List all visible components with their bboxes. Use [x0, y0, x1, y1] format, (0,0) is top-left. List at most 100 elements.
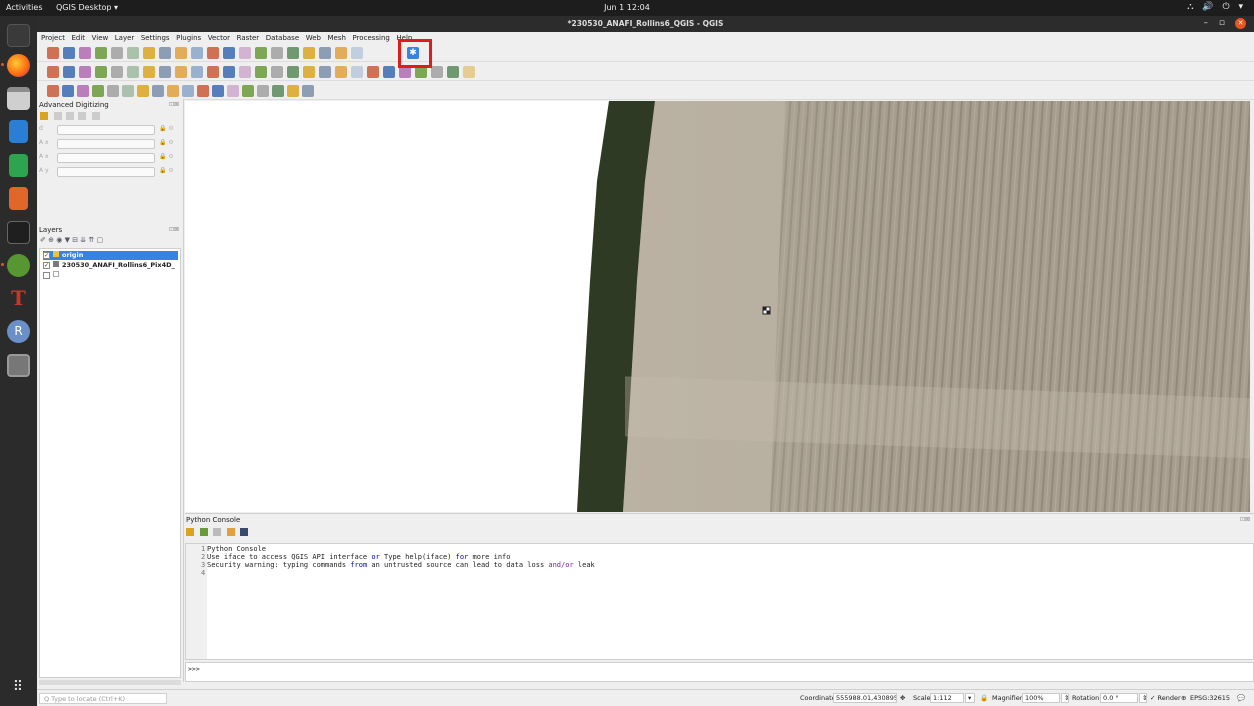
- menu-database[interactable]: Database: [266, 33, 299, 44]
- distance-field[interactable]: [57, 125, 155, 135]
- advanced-tool-icon-5[interactable]: [107, 85, 119, 97]
- collapse-all-icon[interactable]: ⇈: [88, 236, 94, 244]
- digitizing-tool-icon-20[interactable]: [351, 66, 363, 78]
- digitizing-tool-icon-25[interactable]: [431, 66, 443, 78]
- digitizing-tool-icon-19[interactable]: [335, 66, 347, 78]
- impress-icon[interactable]: [9, 187, 28, 210]
- filter-legend-icon[interactable]: ⊟: [72, 236, 78, 244]
- remove-layer-icon[interactable]: ▢: [97, 236, 104, 244]
- navigation-tool-icon-1[interactable]: [47, 47, 59, 59]
- digitizing-tool-icon-9[interactable]: [175, 66, 187, 78]
- render-checkbox[interactable]: ✓ Render: [1150, 694, 1181, 702]
- expand-all-icon[interactable]: ⇊: [80, 236, 86, 244]
- clock[interactable]: Jun 1 12:04: [600, 3, 654, 12]
- scale-field[interactable]: 1:112: [930, 693, 964, 703]
- magnifier-spinner[interactable]: ⇕: [1061, 693, 1069, 703]
- system-monitor-icon[interactable]: [7, 221, 30, 244]
- lock-scale-icon[interactable]: 🔒: [980, 694, 988, 702]
- menu-edit[interactable]: Edit: [72, 33, 86, 44]
- app-menu[interactable]: QGIS Desktop ▾: [56, 3, 118, 12]
- lock-icon[interactable]: 🔒 ⚙: [159, 167, 174, 174]
- menu-view[interactable]: View: [92, 33, 109, 44]
- advanced-tool-icon-18[interactable]: [302, 85, 314, 97]
- navigation-tool-icon-4[interactable]: [95, 47, 107, 59]
- activities-button[interactable]: Activities: [6, 3, 43, 12]
- advanced-tool-icon-11[interactable]: [197, 85, 209, 97]
- terminal-icon[interactable]: [7, 24, 30, 47]
- filter-icon[interactable]: ▼: [65, 236, 70, 244]
- layer-item-orthomosaic[interactable]: ✓ 230530_ANAFI_Rollins6_Pix4D_: [43, 261, 175, 270]
- advanced-tool-icon-8[interactable]: [152, 85, 164, 97]
- digitizing-tool-icon-17[interactable]: [303, 66, 315, 78]
- disk-icon[interactable]: [7, 354, 30, 377]
- navigation-tool-icon-2[interactable]: [63, 47, 75, 59]
- menu-mesh[interactable]: Mesh: [328, 33, 346, 44]
- advanced-tool-icon-15[interactable]: [257, 85, 269, 97]
- maximize-button[interactable]: ▫: [1219, 18, 1225, 28]
- r-icon[interactable]: R: [7, 320, 30, 343]
- add-group-icon[interactable]: ⊕: [48, 236, 54, 244]
- navigation-tool-icon-11[interactable]: [207, 47, 219, 59]
- system-tray[interactable]: ⛬ 🔊 ⏻ ▾: [1187, 2, 1246, 12]
- digitizing-tool-icon-2[interactable]: [63, 66, 75, 78]
- digitizing-tool-icon-13[interactable]: [239, 66, 251, 78]
- navigation-tool-icon-14[interactable]: [255, 47, 267, 59]
- navigation-tool-icon-8[interactable]: [159, 47, 171, 59]
- locator-search-input[interactable]: Q Type to locate (Ctrl+K): [39, 693, 167, 704]
- digitizing-tool-icon-12[interactable]: [223, 66, 235, 78]
- advanced-tool-icon-1[interactable]: [47, 85, 59, 97]
- run-command-icon[interactable]: [199, 528, 208, 536]
- angle-field[interactable]: [57, 139, 155, 149]
- digitizing-tool-icon-26[interactable]: [447, 66, 459, 78]
- eye-icon[interactable]: ◉: [56, 236, 62, 244]
- advanced-tool-icon-14[interactable]: [242, 85, 254, 97]
- digitizing-tool-icon-27[interactable]: [463, 66, 475, 78]
- advanced-tool-icon-10[interactable]: [182, 85, 194, 97]
- layer-checkbox[interactable]: ✓: [43, 261, 50, 269]
- layers-panel-buttons[interactable]: ⊡⊠: [169, 226, 179, 233]
- minimize-button[interactable]: –: [1204, 18, 1209, 28]
- lock-icon[interactable]: 🔒 ⚙: [159, 153, 174, 160]
- menu-raster[interactable]: Raster: [237, 33, 260, 44]
- menu-web[interactable]: Web: [306, 33, 321, 44]
- magnifier-field[interactable]: 100%: [1022, 693, 1060, 703]
- advanced-tool-icon-9[interactable]: [167, 85, 179, 97]
- advanced-tool-icon-17[interactable]: [287, 85, 299, 97]
- navigation-tool-icon-12[interactable]: [223, 47, 235, 59]
- digitizing-tool-icon-11[interactable]: [207, 66, 219, 78]
- digitizing-tool-icon-3[interactable]: [79, 66, 91, 78]
- enable-digitizing-icon[interactable]: [40, 112, 48, 120]
- layer-checkbox[interactable]: ✓: [43, 251, 50, 259]
- advanced-tool-icon-12[interactable]: [212, 85, 224, 97]
- console-input[interactable]: >>>: [185, 662, 1254, 682]
- digitizing-tool-icon-15[interactable]: [271, 66, 283, 78]
- navigation-tool-icon-5[interactable]: [111, 47, 123, 59]
- menu-vector[interactable]: Vector: [208, 33, 230, 44]
- menu-processing[interactable]: Processing: [352, 33, 389, 44]
- advanced-tool-icon-2[interactable]: [62, 85, 74, 97]
- messages-icon[interactable]: 💬: [1237, 694, 1245, 702]
- navigation-tool-icon-10[interactable]: [191, 47, 203, 59]
- advanced-tool-icon-3[interactable]: [77, 85, 89, 97]
- crs-globe-icon[interactable]: ⊕: [1181, 694, 1186, 702]
- scale-dropdown-icon[interactable]: ▾: [965, 693, 975, 703]
- layer-checkbox[interactable]: [43, 271, 50, 279]
- digitizing-tool-icon-8[interactable]: [159, 66, 171, 78]
- rotation-spinner[interactable]: ⇕: [1139, 693, 1147, 703]
- show-editor-icon[interactable]: [226, 528, 235, 536]
- digitizing-tool-icon-10[interactable]: [191, 66, 203, 78]
- menu-plugins[interactable]: Plugins: [176, 33, 201, 44]
- advanced-digitizing-panel-buttons[interactable]: ⊡⊠: [169, 101, 179, 108]
- qgis-icon[interactable]: [1, 254, 30, 277]
- lock-icon[interactable]: 🔒 ⚙: [159, 139, 174, 146]
- crs-button[interactable]: EPSG:32615: [1190, 694, 1230, 702]
- console-output[interactable]: 1 Python Console 2 Use iface to access QGI…: [185, 543, 1254, 660]
- navigation-tool-icon-16[interactable]: [287, 47, 299, 59]
- close-button[interactable]: ✕: [1235, 18, 1246, 29]
- navigation-tool-icon-13[interactable]: [239, 47, 251, 59]
- layer-item-unnamed[interactable]: [43, 271, 59, 280]
- digitizing-tool-icon-5[interactable]: [111, 66, 123, 78]
- help-icon[interactable]: [240, 528, 249, 536]
- advanced-tool-icon-7[interactable]: [137, 85, 149, 97]
- writer-icon[interactable]: [9, 120, 28, 143]
